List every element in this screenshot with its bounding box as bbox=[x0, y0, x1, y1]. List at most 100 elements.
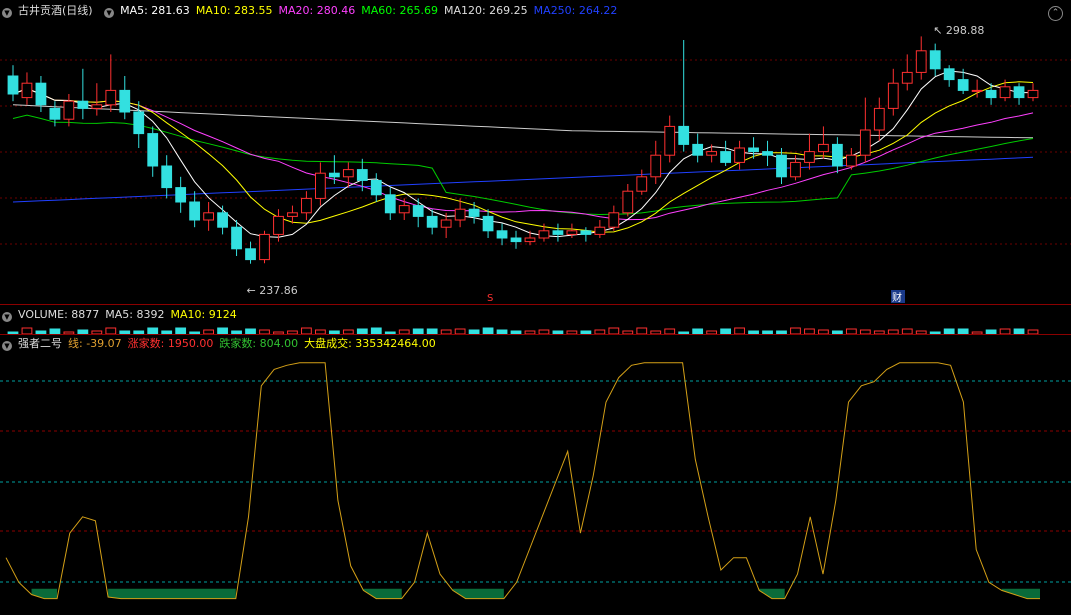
ma-label-0: MA5: 281.63 bbox=[120, 4, 190, 17]
candle bbox=[440, 219, 452, 228]
candle bbox=[398, 205, 410, 214]
candle bbox=[915, 50, 927, 73]
candle bbox=[999, 86, 1011, 99]
volume-label-1: MA5: 8392 bbox=[105, 308, 165, 321]
candle bbox=[748, 147, 759, 153]
ma-label-2: MA20: 280.46 bbox=[278, 4, 356, 17]
indicator-label-0: 强者二号 bbox=[18, 337, 62, 350]
candle bbox=[356, 169, 368, 181]
volume-pane[interactable]: ▼ VOLUME: 8877 MA5: 8392 MA10: 9124 bbox=[0, 304, 1071, 335]
volume-legend: VOLUME: 8877 MA5: 8392 MA10: 9124 bbox=[18, 308, 243, 321]
candle bbox=[412, 205, 424, 217]
signal-marker-s: S bbox=[487, 293, 493, 304]
candle bbox=[943, 68, 955, 81]
indicator-fill bbox=[31, 588, 58, 599]
candle bbox=[384, 194, 396, 214]
collapse-icon[interactable]: ▼ bbox=[2, 341, 12, 351]
indicator-label-2: 涨家数: 1950.00 bbox=[127, 337, 214, 350]
candle bbox=[538, 230, 550, 239]
candle bbox=[957, 79, 969, 91]
candle bbox=[315, 172, 326, 199]
candle bbox=[119, 89, 131, 113]
candle bbox=[985, 89, 997, 99]
settings-icon[interactable]: ⌃ bbox=[1048, 6, 1063, 21]
candle bbox=[147, 133, 159, 167]
stock-title: 古井贡酒(日线) bbox=[18, 4, 93, 17]
ma10-line bbox=[12, 81, 1034, 233]
collapse-icon[interactable]: ▼ bbox=[2, 8, 12, 18]
candle bbox=[734, 147, 745, 163]
candle bbox=[873, 107, 885, 131]
candle bbox=[692, 143, 704, 156]
candlestick-chart[interactable]: ↖ 298.88 ← 237.86 S 财 bbox=[0, 0, 1071, 304]
candle bbox=[63, 100, 75, 120]
indicator-header: ▼ 强者二号 线: -39.07 涨家数: 1950.00 跌家数: 804.00 大盘成… bbox=[2, 337, 448, 351]
candle bbox=[426, 215, 438, 228]
candle bbox=[301, 197, 312, 214]
candle bbox=[594, 226, 606, 235]
high-price-label: ↖ 298.88 bbox=[933, 24, 984, 37]
candle bbox=[636, 176, 648, 192]
indicator-fill bbox=[759, 588, 785, 599]
candle bbox=[706, 151, 718, 156]
candle bbox=[217, 212, 228, 228]
candle bbox=[468, 208, 480, 217]
indicator-line bbox=[5, 362, 1040, 600]
collapse-icon[interactable]: ▼ bbox=[2, 312, 12, 322]
candle bbox=[818, 143, 829, 153]
indicator-legend: 强者二号 线: -39.07 涨家数: 1950.00 跌家数: 804.00 大盘成交… bbox=[18, 337, 442, 350]
candle bbox=[845, 154, 857, 167]
indicator-chart[interactable] bbox=[0, 335, 1071, 615]
candle bbox=[790, 161, 801, 178]
candle bbox=[7, 75, 19, 95]
candle bbox=[342, 169, 354, 178]
candle bbox=[105, 89, 117, 106]
candle bbox=[901, 71, 913, 84]
volume-header: ▼ VOLUME: 8877 MA5: 8392 MA10: 9124 bbox=[2, 308, 249, 322]
indicator-fill bbox=[1001, 588, 1040, 599]
volume-label-0: VOLUME: 8877 bbox=[18, 308, 100, 321]
candle bbox=[1013, 86, 1025, 99]
candle bbox=[49, 107, 61, 120]
candle bbox=[454, 208, 466, 221]
indicator-pane[interactable]: ▼ 强者二号 线: -39.07 涨家数: 1950.00 跌家数: 804.00 大盘成… bbox=[0, 334, 1071, 615]
candle bbox=[35, 82, 47, 106]
candle bbox=[273, 215, 284, 235]
candle bbox=[91, 104, 103, 109]
ma-label-5: MA250: 264.22 bbox=[533, 4, 618, 17]
price-chart-pane[interactable]: ▼ 古井贡酒(日线) ▼ MA5: 281.63 MA10: 283.55 MA20: … bbox=[0, 0, 1071, 304]
candle bbox=[552, 230, 564, 235]
candle bbox=[77, 100, 89, 109]
candle bbox=[287, 212, 298, 217]
dropdown-icon[interactable]: ▼ bbox=[104, 8, 115, 18]
candle bbox=[929, 50, 941, 70]
indicator-fill bbox=[452, 588, 504, 599]
candle bbox=[161, 165, 173, 189]
candle bbox=[580, 230, 592, 235]
indicator-label-4: 大盘成交: 335342464.00 bbox=[304, 337, 436, 350]
candle bbox=[566, 230, 578, 235]
candle bbox=[650, 154, 662, 178]
candle bbox=[203, 212, 214, 221]
ma-label-3: MA60: 265.69 bbox=[361, 4, 438, 17]
candle bbox=[608, 212, 620, 228]
candle bbox=[524, 237, 536, 243]
indicator-label-1: 线: -39.07 bbox=[68, 337, 122, 350]
candle bbox=[482, 215, 494, 232]
candle bbox=[175, 187, 187, 203]
price-header: ▼ 古井贡酒(日线) ▼ MA5: 281.63 MA10: 283.55 MA20: … bbox=[2, 4, 629, 18]
candle bbox=[678, 125, 690, 145]
candle bbox=[328, 172, 340, 178]
candle bbox=[776, 154, 787, 178]
candle bbox=[231, 226, 242, 250]
candle bbox=[1027, 89, 1039, 99]
volume-label-2: MA10: 9124 bbox=[170, 308, 237, 321]
candle bbox=[259, 233, 270, 261]
candle bbox=[887, 82, 899, 109]
indicator-label-3: 跌家数: 804.00 bbox=[219, 337, 299, 350]
candle bbox=[859, 129, 871, 156]
low-price-label: ← 237.86 bbox=[247, 284, 298, 297]
candle bbox=[804, 151, 815, 163]
candle bbox=[762, 151, 773, 156]
candle bbox=[133, 111, 145, 135]
